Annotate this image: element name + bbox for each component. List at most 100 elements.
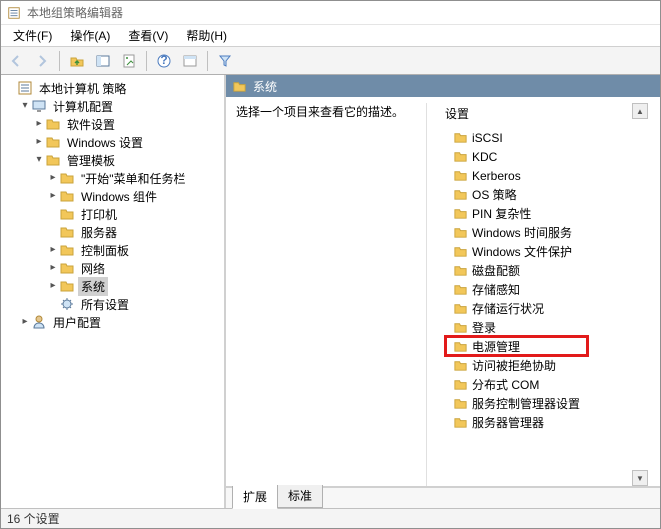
list-item[interactable]: 磁盘配额 bbox=[427, 261, 648, 280]
list-item[interactable]: OS 策略 bbox=[427, 185, 648, 204]
list-item-label: 服务控制管理器设置 bbox=[472, 395, 580, 412]
list-item[interactable]: 电源管理 bbox=[427, 337, 648, 356]
expander-icon[interactable]: ▾ bbox=[19, 101, 31, 111]
tree-label: 计算机配置 bbox=[50, 97, 116, 116]
folder-icon bbox=[453, 320, 468, 335]
content-title: 系统 bbox=[253, 78, 277, 95]
up-button[interactable] bbox=[66, 50, 88, 72]
folder-icon bbox=[453, 339, 468, 354]
list-item[interactable]: 存储感知 bbox=[427, 280, 648, 299]
tree-windows-components[interactable]: ▸ Windows 组件 bbox=[5, 187, 224, 205]
tree-label: Windows 设置 bbox=[64, 133, 146, 152]
main-body: 本地计算机 策略 ▾ 计算机配置 ▸ 软件设置 ▸ Windows 设置 ▾ 管… bbox=[1, 75, 660, 508]
list-item-label: Windows 时间服务 bbox=[472, 224, 572, 241]
folder-icon bbox=[453, 415, 468, 430]
list-item[interactable]: 访问被拒绝协助 bbox=[427, 356, 648, 375]
list-item-label: Windows 文件保护 bbox=[472, 243, 572, 260]
back-button[interactable] bbox=[5, 50, 27, 72]
menu-view[interactable]: 查看(V) bbox=[120, 25, 176, 46]
tree-root[interactable]: 本地计算机 策略 bbox=[5, 79, 224, 97]
list-item-label: 存储运行状况 bbox=[472, 300, 544, 317]
tree-admin-templates[interactable]: ▾ 管理模板 bbox=[5, 151, 224, 169]
forward-button[interactable] bbox=[31, 50, 53, 72]
folder-icon bbox=[453, 282, 468, 297]
folder-icon bbox=[59, 224, 75, 240]
settings-list[interactable]: 设置 iSCSI KDC Kerberos OS 策略PIN 复杂性Windows 时… bbox=[426, 103, 648, 486]
expander-icon[interactable]: ▸ bbox=[47, 191, 59, 201]
list-item-label: KDC bbox=[472, 150, 497, 164]
tree-control-panel[interactable]: ▸ 控制面板 bbox=[5, 241, 224, 259]
help-button[interactable]: ? bbox=[153, 50, 175, 72]
folder-icon bbox=[453, 149, 468, 164]
tree-system[interactable]: ▸ 系统 bbox=[5, 277, 224, 295]
scroll-up-button[interactable]: ▲ bbox=[632, 103, 648, 119]
scroll-down-button[interactable]: ▼ bbox=[632, 470, 648, 486]
folder-icon bbox=[453, 301, 468, 316]
tree-label: 用户配置 bbox=[50, 313, 104, 332]
right-pane: 系统 选择一个项目来查看它的描述。 设置 iSCSIKDCKerberosOS … bbox=[226, 75, 660, 508]
tree-label: Windows 组件 bbox=[78, 187, 160, 206]
properties-button[interactable] bbox=[118, 50, 140, 72]
list-item[interactable]: iSCSI bbox=[427, 128, 648, 147]
expander-icon[interactable]: ▸ bbox=[33, 137, 45, 147]
folder-icon bbox=[59, 206, 75, 222]
tree-server[interactable]: 服务器 bbox=[5, 223, 224, 241]
tree-label: 管理模板 bbox=[64, 151, 118, 170]
list-item[interactable]: 存储运行状况 bbox=[427, 299, 648, 318]
tree-software-settings[interactable]: ▸ 软件设置 bbox=[5, 115, 224, 133]
tree-computer-config[interactable]: ▾ 计算机配置 bbox=[5, 97, 224, 115]
folder-icon bbox=[45, 134, 61, 150]
list-item-label: Kerberos bbox=[472, 169, 521, 183]
menu-help[interactable]: 帮助(H) bbox=[178, 25, 235, 46]
tree-label: 控制面板 bbox=[78, 241, 132, 260]
column-header[interactable]: 设置 bbox=[427, 103, 648, 128]
expander-icon[interactable]: ▸ bbox=[47, 281, 59, 291]
tree-printers[interactable]: 打印机 bbox=[5, 205, 224, 223]
tree-windows-settings[interactable]: ▸ Windows 设置 bbox=[5, 133, 224, 151]
list-item[interactable]: PIN 复杂性 bbox=[427, 204, 648, 223]
options-button[interactable] bbox=[179, 50, 201, 72]
list-item[interactable]: 服务控制管理器设置 bbox=[427, 394, 648, 413]
user-icon bbox=[31, 314, 47, 330]
folder-icon bbox=[59, 170, 75, 186]
toolbar: ? bbox=[1, 47, 660, 75]
tree-all-settings[interactable]: 所有设置 bbox=[5, 295, 224, 313]
list-item[interactable]: 服务器管理器 bbox=[427, 413, 648, 432]
tree-label: 打印机 bbox=[78, 205, 120, 224]
expander-icon[interactable]: ▸ bbox=[33, 119, 45, 129]
list-item[interactable]: 登录 bbox=[427, 318, 648, 337]
menu-action[interactable]: 操作(A) bbox=[62, 25, 118, 46]
folder-icon bbox=[59, 260, 75, 276]
expander-icon[interactable]: ▸ bbox=[19, 317, 31, 327]
list-item[interactable]: Kerberos bbox=[427, 166, 648, 185]
expander-icon[interactable]: ▸ bbox=[47, 173, 59, 183]
expander-icon[interactable]: ▸ bbox=[47, 245, 59, 255]
folder-icon bbox=[453, 206, 468, 221]
filter-button[interactable] bbox=[214, 50, 236, 72]
folder-icon bbox=[453, 377, 468, 392]
expander-icon[interactable]: ▾ bbox=[33, 155, 45, 165]
menu-file[interactable]: 文件(F) bbox=[5, 25, 60, 46]
tree-network[interactable]: ▸ 网络 bbox=[5, 259, 224, 277]
folder-icon bbox=[45, 116, 61, 132]
tree-start-menu[interactable]: ▸ "开始"菜单和任务栏 bbox=[5, 169, 224, 187]
list-item[interactable]: Windows 文件保护 bbox=[427, 242, 648, 261]
list-item-label: 访问被拒绝协助 bbox=[472, 357, 556, 374]
list-item[interactable]: KDC bbox=[427, 147, 648, 166]
list-item[interactable]: Windows 时间服务 bbox=[427, 223, 648, 242]
tree-user-config[interactable]: ▸ 用户配置 bbox=[5, 313, 224, 331]
expander-icon[interactable]: ▸ bbox=[47, 263, 59, 273]
policy-icon bbox=[17, 80, 33, 96]
tree-label: 本地计算机 策略 bbox=[36, 79, 129, 98]
folder-icon bbox=[453, 244, 468, 259]
tree-label: "开始"菜单和任务栏 bbox=[78, 169, 189, 188]
folder-icon bbox=[453, 130, 468, 145]
window-title: 本地组策略编辑器 bbox=[27, 4, 123, 21]
tree-pane[interactable]: 本地计算机 策略 ▾ 计算机配置 ▸ 软件设置 ▸ Windows 设置 ▾ 管… bbox=[1, 75, 226, 508]
tab-standard[interactable]: 标准 bbox=[277, 485, 323, 508]
tab-extended[interactable]: 扩展 bbox=[232, 486, 278, 509]
list-item[interactable]: 分布式 COM bbox=[427, 375, 648, 394]
show-hide-tree-button[interactable] bbox=[92, 50, 114, 72]
toolbar-separator bbox=[59, 51, 60, 71]
folder-icon bbox=[453, 168, 468, 183]
